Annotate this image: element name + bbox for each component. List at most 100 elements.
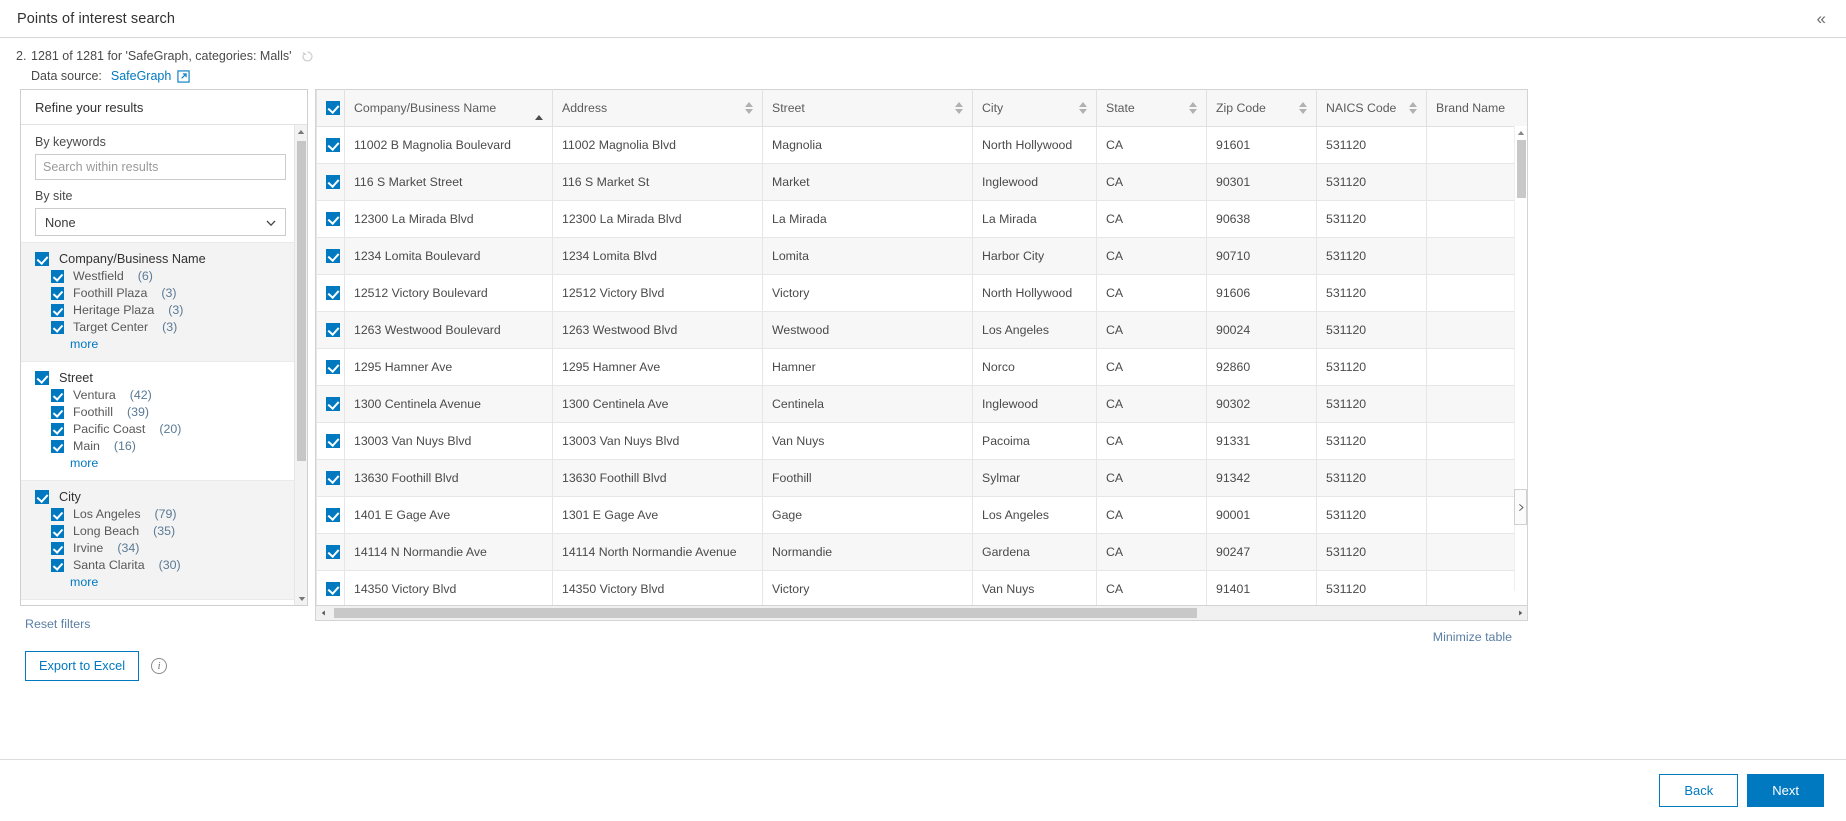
table-row[interactable]: 1234 Lomita Boulevard 1234 Lomita Blvd Lom… (316, 237, 1527, 275)
select-all-checkbox[interactable] (326, 101, 340, 115)
row-checkbox[interactable] (326, 508, 340, 522)
facet-header[interactable]: Company/Business Name (35, 252, 293, 266)
facet-item[interactable]: Main (16) (35, 439, 293, 453)
search-within-results-input[interactable] (35, 154, 286, 180)
row-checkbox[interactable] (326, 397, 340, 411)
back-button[interactable]: Back (1659, 774, 1739, 807)
scrollbar-thumb[interactable] (297, 141, 306, 461)
facet-checkbox[interactable] (35, 490, 49, 504)
column-header-address[interactable]: Address (552, 89, 763, 127)
column-header-zip-code[interactable]: Zip Code (1206, 89, 1317, 127)
column-header-naics-code[interactable]: NAICS Code (1316, 89, 1427, 127)
facet-item-checkbox[interactable] (51, 320, 64, 334)
row-checkbox[interactable] (326, 249, 340, 263)
facet-item[interactable]: Santa Clarita (30) (35, 558, 293, 572)
next-button[interactable]: Next (1747, 774, 1824, 807)
facet-item-checkbox[interactable] (51, 439, 64, 453)
facet-more-link[interactable]: more (35, 337, 293, 351)
column-header-city[interactable]: City (972, 89, 1097, 127)
scroll-up-arrow-icon[interactable] (295, 125, 307, 138)
sort-toggle-icon[interactable] (1409, 102, 1417, 114)
collapse-panel-icon[interactable]: « (1813, 8, 1828, 29)
facet-item[interactable]: Foothill Plaza (3) (35, 286, 293, 300)
export-to-excel-button[interactable]: Export to Excel (25, 651, 140, 682)
row-select-cell[interactable] (316, 348, 345, 386)
select-all-header[interactable] (316, 89, 345, 127)
table-row[interactable]: 14114 N Normandie Ave 14114 North Normand… (316, 533, 1527, 571)
row-select-cell[interactable] (316, 570, 345, 605)
expand-side-panel-button[interactable] (1514, 489, 1527, 525)
row-checkbox[interactable] (326, 286, 340, 300)
table-row[interactable]: 116 S Market Street 116 S Market St Market… (316, 163, 1527, 201)
row-select-cell[interactable] (316, 163, 345, 201)
row-select-cell[interactable] (316, 459, 345, 497)
column-header-street[interactable]: Street (762, 89, 973, 127)
facet-item-checkbox[interactable] (51, 303, 64, 317)
facet-item[interactable]: Long Beach (35) (35, 524, 293, 538)
row-checkbox[interactable] (326, 471, 340, 485)
facet-item[interactable]: Heritage Plaza (3) (35, 303, 293, 317)
facet-item[interactable]: Los Angeles (79) (35, 507, 293, 521)
minimize-table-link[interactable]: Minimize table (1433, 630, 1512, 644)
row-checkbox[interactable] (326, 175, 340, 189)
sort-toggle-icon[interactable] (1079, 102, 1087, 114)
facet-header[interactable]: Street (35, 371, 293, 385)
table-row[interactable]: 1295 Hamner Ave 1295 Hamner Ave Hamner Norc… (316, 348, 1527, 386)
facet-checkbox[interactable] (35, 252, 49, 266)
hscroll-thumb[interactable] (334, 608, 1197, 618)
row-select-cell[interactable] (316, 533, 345, 571)
sort-ascending-icon[interactable] (535, 101, 543, 120)
info-icon[interactable]: i (151, 658, 168, 675)
hscroll-right-arrow-icon[interactable] (1513, 609, 1527, 617)
facet-item[interactable]: Ventura (42) (35, 388, 293, 402)
facet-item-checkbox[interactable] (51, 507, 64, 521)
hscroll-left-arrow-icon[interactable] (316, 609, 330, 617)
facet-item-checkbox[interactable] (51, 286, 64, 300)
table-row[interactable]: 1401 E Gage Ave 1301 E Gage Ave Gage Los An… (316, 496, 1527, 534)
facet-item-checkbox[interactable] (51, 388, 64, 402)
facet-more-link[interactable]: more (35, 575, 293, 589)
row-select-cell[interactable] (316, 311, 345, 349)
table-row[interactable]: 1300 Centinela Avenue 1300 Centinela Ave C… (316, 385, 1527, 423)
facet-header[interactable]: City (35, 490, 293, 504)
row-checkbox[interactable] (326, 138, 340, 152)
column-header-company-business-name[interactable]: Company/Business Name (344, 89, 553, 127)
facet-item-checkbox[interactable] (51, 541, 64, 555)
row-checkbox[interactable] (326, 323, 340, 337)
row-select-cell[interactable] (316, 422, 345, 460)
table-row[interactable]: 14350 Victory Blvd 14350 Victory Blvd Vict… (316, 570, 1527, 605)
facet-item[interactable]: Westfield (6) (35, 269, 293, 283)
column-header-state[interactable]: State (1096, 89, 1207, 127)
facet-item[interactable]: Pacific Coast (20) (35, 422, 293, 436)
scroll-down-arrow-icon[interactable] (295, 592, 307, 605)
facet-item[interactable]: Irvine (34) (35, 541, 293, 555)
sort-toggle-icon[interactable] (1299, 102, 1307, 114)
table-row[interactable]: 13003 Van Nuys Blvd 13003 Van Nuys Blvd Va… (316, 422, 1527, 460)
refine-panel-scrollbar[interactable] (294, 125, 307, 605)
table-scroll-up-icon[interactable] (1515, 126, 1527, 140)
row-select-cell[interactable] (316, 385, 345, 423)
row-checkbox[interactable] (326, 434, 340, 448)
sort-toggle-icon[interactable] (745, 102, 753, 114)
row-checkbox[interactable] (326, 360, 340, 374)
facet-item-checkbox[interactable] (51, 269, 64, 283)
external-link-icon[interactable] (177, 70, 190, 83)
row-select-cell[interactable] (316, 237, 345, 275)
row-select-cell[interactable] (316, 200, 345, 238)
facet-item-checkbox[interactable] (51, 405, 64, 419)
row-checkbox[interactable] (326, 545, 340, 559)
refresh-icon[interactable] (301, 50, 314, 63)
facet-checkbox[interactable] (35, 371, 49, 385)
hscroll-track[interactable] (330, 606, 1513, 620)
reset-filters-link[interactable]: Reset filters (20, 617, 308, 631)
row-checkbox[interactable] (326, 212, 340, 226)
facet-item[interactable]: Target Center (3) (35, 320, 293, 334)
table-row[interactable]: 12300 La Mirada Blvd 12300 La Mirada Blvd… (316, 200, 1527, 238)
table-row[interactable]: 13630 Foothill Blvd 13630 Foothill Blvd Fo… (316, 459, 1527, 497)
facet-item-checkbox[interactable] (51, 422, 64, 436)
table-scrollbar-thumb[interactable] (1517, 140, 1526, 198)
data-source-link[interactable]: SafeGraph (111, 69, 171, 83)
by-site-select[interactable]: None (35, 208, 286, 236)
row-checkbox[interactable] (326, 582, 340, 596)
row-select-cell[interactable] (316, 126, 345, 164)
